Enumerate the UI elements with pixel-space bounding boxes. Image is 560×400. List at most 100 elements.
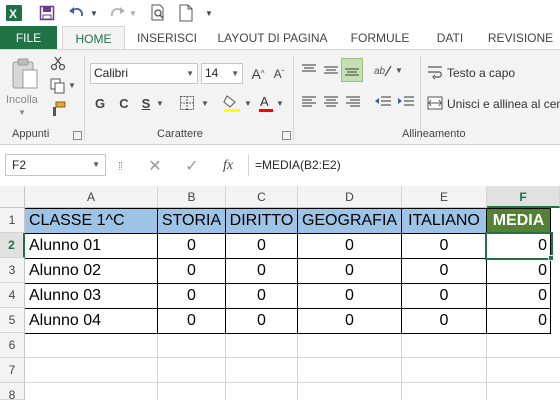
- row-header-8[interactable]: 8: [0, 383, 25, 400]
- cell-f5[interactable]: 0: [487, 310, 547, 332]
- clipboard-launcher-icon[interactable]: [73, 131, 82, 140]
- font-color-dropdown-icon[interactable]: ▼: [276, 99, 284, 108]
- cell-c1[interactable]: DIRITTO: [226, 210, 297, 232]
- font-color-icon[interactable]: A: [258, 92, 274, 114]
- orientation-icon[interactable]: ab: [373, 60, 393, 80]
- fill-handle[interactable]: [548, 255, 554, 261]
- orientation-dropdown-icon[interactable]: ▼: [395, 66, 403, 75]
- cell-b2[interactable]: 0: [158, 235, 225, 257]
- merge-center-button[interactable]: Unisci e allinea al centro: [447, 97, 560, 111]
- bold-button[interactable]: G: [92, 93, 108, 113]
- enter-icon[interactable]: ✓: [182, 156, 202, 176]
- cell-c4[interactable]: 0: [226, 285, 297, 307]
- copy-icon[interactable]: [49, 77, 67, 95]
- save-icon[interactable]: [36, 2, 58, 24]
- wrap-text-icon[interactable]: [426, 63, 444, 81]
- customize-qat-icon[interactable]: ▼: [203, 2, 215, 24]
- row-header-2[interactable]: 2: [0, 233, 25, 258]
- new-document-icon[interactable]: [176, 2, 196, 24]
- paste-button[interactable]: Incolla: [6, 94, 38, 106]
- tab-review[interactable]: REVISIONE: [483, 26, 558, 50]
- fill-color-icon[interactable]: [222, 92, 242, 114]
- cell-a3[interactable]: Alunno 02: [29, 260, 157, 282]
- align-center-icon[interactable]: [321, 92, 341, 112]
- redo-dropdown-icon[interactable]: ▼: [127, 2, 139, 24]
- row-header-7[interactable]: 7: [0, 358, 25, 383]
- wrap-text-button[interactable]: Testo a capo: [447, 66, 515, 80]
- select-all-corner[interactable]: [0, 186, 25, 208]
- font-size-combo[interactable]: 14 ▼: [201, 63, 243, 84]
- cell-d3[interactable]: 0: [298, 260, 401, 282]
- align-right-icon[interactable]: [343, 92, 363, 112]
- tab-data[interactable]: DATI: [425, 26, 475, 50]
- row-header-3[interactable]: 3: [0, 258, 25, 283]
- grow-font-icon[interactable]: A ^: [249, 63, 267, 84]
- cell-c3[interactable]: 0: [226, 260, 297, 282]
- shrink-font-icon[interactable]: Aˇ: [270, 63, 288, 84]
- font-launcher-icon[interactable]: [282, 131, 291, 140]
- align-bottom-icon[interactable]: [341, 58, 363, 82]
- formula-input[interactable]: =MEDIA(B2:E2): [248, 154, 560, 176]
- cell-a4[interactable]: Alunno 03: [29, 285, 157, 307]
- worksheet-grid[interactable]: A B C D E F 1 2 3 4 5 6 7 8 CLASSE 1^C S…: [0, 186, 560, 400]
- column-header-b[interactable]: B: [158, 186, 226, 208]
- cancel-icon[interactable]: ✕: [145, 156, 165, 176]
- cell-e3[interactable]: 0: [402, 260, 486, 282]
- format-painter-icon[interactable]: [49, 100, 67, 118]
- row-header-5[interactable]: 5: [0, 308, 25, 333]
- cell-f3[interactable]: 0: [487, 260, 547, 282]
- undo-icon[interactable]: [66, 2, 88, 24]
- increase-indent-icon[interactable]: [396, 92, 416, 112]
- print-preview-icon[interactable]: [147, 2, 169, 24]
- cell-e1[interactable]: ITALIANO: [402, 210, 486, 232]
- cell-e2[interactable]: 0: [402, 235, 486, 257]
- row-header-6[interactable]: 6: [0, 333, 25, 358]
- column-header-d[interactable]: D: [298, 186, 402, 208]
- cell-b4[interactable]: 0: [158, 285, 225, 307]
- column-header-f[interactable]: F: [487, 186, 560, 208]
- italic-button[interactable]: C: [116, 93, 132, 113]
- cell-f1[interactable]: MEDIA: [487, 210, 550, 232]
- cell-f4[interactable]: 0: [487, 285, 547, 307]
- column-header-e[interactable]: E: [402, 186, 487, 208]
- align-top-icon[interactable]: [299, 60, 319, 80]
- underline-button[interactable]: S: [138, 93, 154, 113]
- cell-b1[interactable]: STORIA: [158, 210, 225, 232]
- cell-c5[interactable]: 0: [226, 310, 297, 332]
- cell-d4[interactable]: 0: [298, 285, 401, 307]
- column-header-a[interactable]: A: [25, 186, 158, 208]
- cell-e5[interactable]: 0: [402, 310, 486, 332]
- borders-icon[interactable]: [177, 93, 197, 113]
- cell-a1[interactable]: CLASSE 1^C: [29, 210, 157, 232]
- insert-function-button[interactable]: fx: [218, 156, 238, 176]
- font-name-combo[interactable]: Calibri ▼: [90, 63, 198, 84]
- cell-d2[interactable]: 0: [298, 235, 401, 257]
- cell-d1[interactable]: GEOGRAFIA: [298, 210, 401, 232]
- row-header-4[interactable]: 4: [0, 283, 25, 308]
- borders-dropdown-icon[interactable]: ▼: [201, 99, 209, 108]
- cell-d5[interactable]: 0: [298, 310, 401, 332]
- underline-dropdown-icon[interactable]: ▼: [156, 99, 164, 108]
- cut-icon[interactable]: [49, 54, 67, 72]
- cell-e4[interactable]: 0: [402, 285, 486, 307]
- cell-b3[interactable]: 0: [158, 260, 225, 282]
- name-box[interactable]: F2 ▼: [5, 154, 106, 176]
- tab-insert[interactable]: INSERISCI: [132, 26, 202, 50]
- tab-formulas[interactable]: FORMULE: [345, 26, 415, 50]
- tab-page-layout[interactable]: LAYOUT DI PAGINA: [210, 26, 335, 50]
- align-middle-icon[interactable]: [321, 60, 341, 80]
- fill-color-dropdown-icon[interactable]: ▼: [244, 99, 252, 108]
- merge-center-icon[interactable]: [426, 94, 444, 112]
- formula-bar-grip-icon[interactable]: [119, 162, 122, 170]
- align-left-icon[interactable]: [299, 92, 319, 112]
- redo-icon[interactable]: [106, 2, 128, 24]
- cell-b5[interactable]: 0: [158, 310, 225, 332]
- paste-dropdown-icon[interactable]: ▼: [18, 108, 26, 117]
- cell-a5[interactable]: Alunno 04: [29, 310, 157, 332]
- tab-home[interactable]: HOME: [62, 26, 125, 51]
- cell-a2[interactable]: Alunno 01: [29, 235, 157, 257]
- row-header-1[interactable]: 1: [0, 208, 25, 233]
- undo-dropdown-icon[interactable]: ▼: [88, 2, 100, 24]
- tab-file[interactable]: FILE: [0, 26, 57, 50]
- copy-dropdown-icon[interactable]: ▼: [68, 81, 76, 90]
